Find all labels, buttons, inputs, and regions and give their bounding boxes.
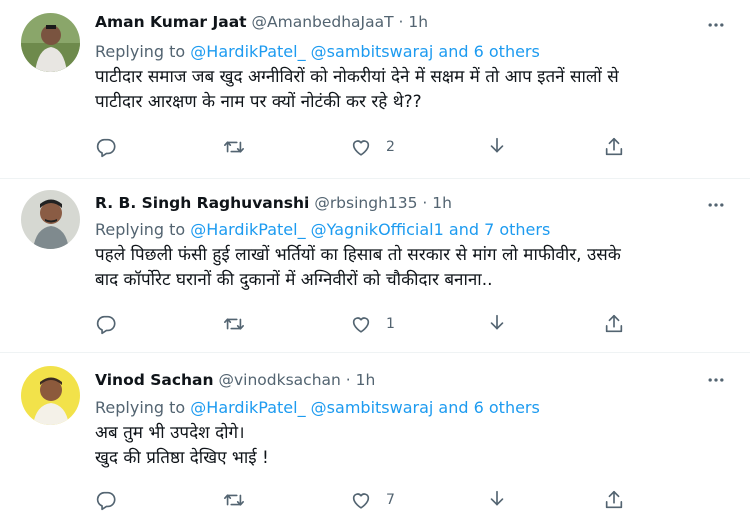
tweet-text-line: बाद कॉर्पोरेट घरानों की दुकानों में अग्न…	[95, 270, 493, 290]
reply-button[interactable]	[95, 488, 131, 512]
tweet-text-line: पहले पिछली फंसी हुई लाखों भर्तियों का हि…	[95, 245, 621, 265]
like-button[interactable]: 2	[350, 135, 395, 159]
timestamp[interactable]: 1h	[408, 13, 428, 31]
download-icon	[486, 489, 508, 511]
replying-to-mentions[interactable]: @HardikPatel_ @sambitswaraj and 6 others	[190, 398, 540, 417]
tweet-actions: 7	[95, 488, 635, 512]
download-button[interactable]	[486, 488, 508, 512]
like-icon	[350, 136, 372, 158]
author-name[interactable]: Vinod Sachan	[95, 371, 214, 389]
dot-separator: ·	[398, 13, 404, 31]
tweet-text: पहले पिछली फंसी हुई लाखों भर्तियों का हि…	[95, 243, 725, 293]
more-icon[interactable]	[706, 15, 726, 35]
reply-icon	[95, 489, 117, 511]
avatar[interactable]	[21, 190, 80, 249]
share-icon	[603, 136, 625, 158]
retweet-button[interactable]	[223, 488, 259, 512]
author-handle[interactable]: @AmanbedhaJaaT	[252, 13, 394, 31]
timestamp[interactable]: 1h	[432, 194, 452, 212]
author-handle[interactable]: @vinodksachan	[219, 371, 341, 389]
tweet[interactable]: Aman Kumar Jaat @AmanbedhaJaaT · 1h Repl…	[0, 0, 750, 178]
download-button[interactable]	[486, 312, 508, 336]
like-icon	[350, 313, 372, 335]
tweet-text-line: पाटीदार आरक्षण के नाम पर क्यों नोटंकी कर…	[95, 92, 422, 112]
share-button[interactable]	[603, 312, 625, 336]
tweet-actions: 2	[95, 135, 635, 159]
author-handle[interactable]: @rbsingh135	[314, 194, 417, 212]
avatar[interactable]	[21, 13, 80, 72]
download-icon	[486, 313, 508, 335]
dot-separator: ·	[345, 371, 351, 389]
share-icon	[603, 313, 625, 335]
like-count: 7	[386, 492, 395, 508]
share-icon	[603, 489, 625, 511]
tweet[interactable]: Vinod Sachan @vinodksachan · 1h Replying…	[0, 353, 750, 519]
replying-to-mentions[interactable]: @HardikPatel_ @sambitswaraj and 6 others	[190, 42, 540, 61]
replying-to-mentions[interactable]: @HardikPatel_ @YagnikOfficial1 and 7 oth…	[190, 220, 550, 239]
share-button[interactable]	[603, 488, 625, 512]
share-button[interactable]	[603, 135, 625, 159]
reply-button[interactable]	[95, 135, 131, 159]
more-icon[interactable]	[706, 370, 726, 390]
reply-icon	[95, 313, 117, 335]
retweet-icon	[223, 313, 245, 335]
avatar[interactable]	[21, 366, 80, 425]
replying-to-label: Replying to	[95, 42, 186, 61]
dot-separator: ·	[422, 194, 428, 212]
download-button[interactable]	[486, 135, 508, 159]
tweet-text: पाटीदार समाज जब खुद अग्नीविरों को नोकरीय…	[95, 65, 725, 115]
reply-icon	[95, 136, 117, 158]
tweet-text-line: खुद की प्रतिष्ठा देखिए भाई !	[95, 448, 269, 468]
tweet-text-line: अब तुम भी उपदेश दोगे।	[95, 423, 245, 443]
tweet-actions: 1	[95, 312, 635, 336]
tweet[interactable]: R. B. Singh Raghuvanshi @rbsingh135 · 1h…	[0, 179, 750, 352]
like-count: 2	[386, 139, 395, 155]
like-button[interactable]: 7	[350, 488, 395, 512]
tweet-text: अब तुम भी उपदेश दोगे। खुद की प्रतिष्ठा द…	[95, 421, 725, 471]
like-button[interactable]: 1	[350, 312, 395, 336]
more-icon[interactable]	[706, 195, 726, 215]
reply-button[interactable]	[95, 312, 131, 336]
retweet-icon	[223, 136, 245, 158]
tweet-text-line: पाटीदार समाज जब खुद अग्नीविरों को नोकरीय…	[95, 67, 619, 87]
like-icon	[350, 489, 372, 511]
download-icon	[486, 136, 508, 158]
timestamp[interactable]: 1h	[356, 371, 376, 389]
like-count: 1	[386, 316, 395, 332]
replying-to-label: Replying to	[95, 220, 186, 239]
author-name[interactable]: Aman Kumar Jaat	[95, 13, 247, 31]
author-name[interactable]: R. B. Singh Raghuvanshi	[95, 194, 309, 212]
retweet-button[interactable]	[223, 312, 259, 336]
replying-to-label: Replying to	[95, 398, 186, 417]
retweet-icon	[223, 489, 245, 511]
retweet-button[interactable]	[223, 135, 259, 159]
